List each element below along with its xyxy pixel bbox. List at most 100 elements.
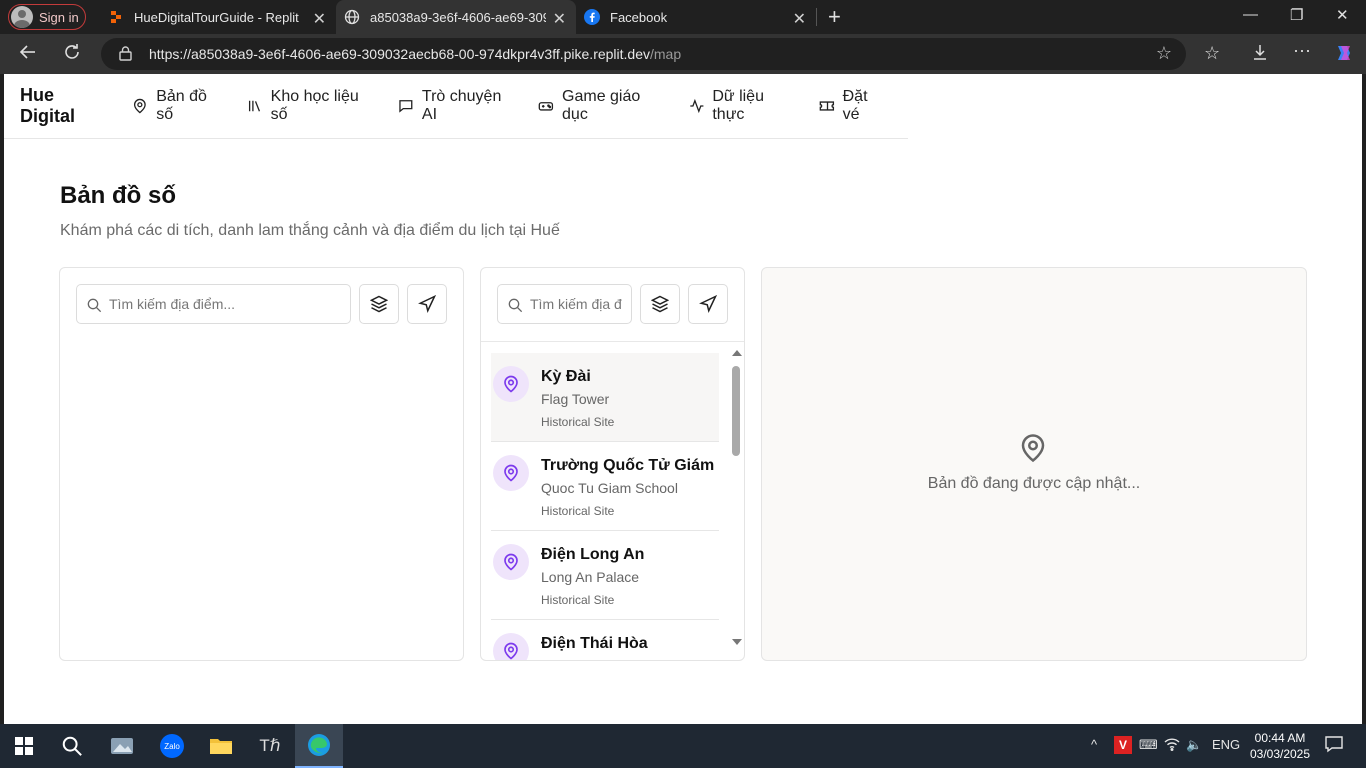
place-english-name: Long An Palace [541,569,640,585]
place-pin-icon [493,455,529,491]
input-method-icon[interactable]: ⌨ [1139,737,1158,753]
list-item[interactable]: Điện Thái Hòa [491,620,719,660]
tab-active-app[interactable]: a85038a9-3e6f-4606-ae69-30903 ✕ [336,0,576,34]
lock-icon [119,46,132,61]
scrollbar-thumb[interactable] [732,366,740,456]
globe-icon [344,9,360,25]
list-item[interactable]: Kỳ Đài Flag Tower Historical Site [491,353,719,442]
favorite-star-icon[interactable]: ☆ [1156,43,1172,64]
tab-title: a85038a9-3e6f-4606-ae69-30903 [370,9,546,25]
back-arrow-icon[interactable] [18,42,38,68]
layers-icon [370,295,388,313]
places-panel: Tìm kiếm địa đ Kỳ Đài Flag Tower Histori… [480,267,745,661]
search-placeholder: Tìm kiếm địa đ [530,296,622,312]
refresh-icon[interactable] [62,42,82,68]
url-field[interactable]: https://a85038a9-3e6f-4606-ae69-309032ae… [101,38,1186,70]
sign-in-label: Sign in [39,9,79,25]
start-windows-icon[interactable] [0,724,48,768]
close-tab-icon[interactable]: ✕ [793,9,806,29]
show-hidden-icons-chevron-icon[interactable]: ^ [1091,737,1097,752]
nav-item-label: Bản đồ số [156,88,207,123]
nav-item-realtime-data[interactable]: Dữ liệu thực [689,88,799,124]
notification-center-icon[interactable] [1325,735,1343,756]
scroll-up-arrow-icon[interactable] [732,350,742,356]
chat-icon [399,100,413,113]
place-english-name: Quoc Tu Giam School [541,480,678,496]
minimize-icon[interactable]: — [1243,6,1258,23]
search-icon [508,298,523,313]
tab-replit[interactable]: HueDigitalTourGuide - Replit ✕ [96,0,336,34]
favorites-icon[interactable]: ☆ [1204,43,1220,64]
copilot-icon[interactable] [1333,42,1355,69]
edge-browser-icon[interactable] [295,724,343,768]
locate-me-button[interactable] [407,284,447,324]
activity-icon [689,98,704,114]
layers-button[interactable] [640,284,680,324]
search-input[interactable]: Tìm kiếm địa điểm... [76,284,351,324]
volume-icon[interactable]: 🔈 [1186,737,1202,753]
facebook-icon [584,9,600,25]
place-category: Historical Site [541,415,615,429]
sign-in-button[interactable]: Sign in [8,4,86,30]
nav-item-games[interactable]: Game giáo dục [538,88,668,124]
address-bar-row: https://a85038a9-3e6f-4606-ae69-309032ae… [0,34,1366,74]
url-main: https://a85038a9-3e6f-4606-ae69-309032ae… [149,46,650,62]
tab-title: Facebook [610,9,668,25]
ticket-icon [819,101,834,111]
search-input[interactable]: Tìm kiếm địa đ [497,284,632,324]
restore-icon[interactable]: ❐ [1290,6,1303,24]
file-explorer-icon[interactable] [197,724,245,768]
place-name: Trường Quốc Tử Giám [541,457,715,474]
close-tab-icon[interactable]: ✕ [313,9,326,29]
nav-item-label: Trò chuyện AI [421,88,502,123]
search-icon[interactable] [48,724,96,768]
places-list: Kỳ Đài Flag Tower Historical Site Trường… [481,341,744,660]
search-placeholder: Tìm kiếm địa điểm... [109,296,236,312]
layers-button[interactable] [359,284,399,324]
downloads-icon[interactable] [1251,43,1269,66]
place-pin-icon [493,366,529,402]
clock[interactable]: 00:44 AM 03/03/2025 [1244,730,1316,762]
wifi-icon[interactable] [1164,737,1180,754]
page-title: Bản đồ số [60,182,177,209]
scroll-down-arrow-icon[interactable] [732,639,742,645]
nav-item-ai-chat[interactable]: Trò chuyện AI [398,88,518,124]
layers-icon [651,295,669,313]
place-category: Historical Site [541,504,615,518]
text-editor-icon[interactable]: Tℏ [246,724,294,768]
close-tab-icon[interactable]: ✕ [553,9,566,29]
nav-item-library[interactable]: Kho học liệu số [247,88,378,124]
new-tab-icon[interactable]: + [828,4,841,30]
place-name: Điện Thái Hòa [541,635,648,652]
library-icon [248,100,261,112]
list-item[interactable]: Trường Quốc Tử Giám Quoc Tu Giam School … [491,442,719,531]
locate-me-button[interactable] [688,284,728,324]
brand-logo-text[interactable]: Hue Digital [20,85,112,127]
clock-time: 00:44 AM [1254,731,1306,745]
nav-item-map[interactable]: Bản đồ số [132,88,226,124]
nav-item-tickets[interactable]: Đặt vé [819,88,888,124]
place-name: Kỳ Đài [541,368,591,385]
navigation-arrow-icon [418,295,436,313]
unikey-tray-icon[interactable]: V [1114,736,1132,754]
zalo-icon[interactable]: Zalo [148,724,196,768]
list-scrollbar[interactable] [728,342,744,660]
page-subtitle: Khám phá các di tích, danh lam thắng cản… [60,222,560,239]
photos-app-icon[interactable] [98,724,146,768]
list-item[interactable]: Điện Long An Long An Palace Historical S… [491,531,719,620]
windows-taskbar: Zalo Tℏ ^ V ⌨ 🔈 ENG 00:44 AM 03/03/2025 [0,724,1366,768]
profile-avatar-icon [11,6,33,28]
nav-item-label: Dữ liệu thực [712,88,764,123]
tab-facebook[interactable]: Facebook ✕ [576,0,816,34]
map-status-text: Bản đồ đang được cập nhật... [927,475,1141,492]
language-indicator[interactable]: ENG [1212,737,1240,752]
tab-title: HueDigitalTourGuide - Replit [134,9,299,25]
close-window-icon[interactable]: ✕ [1336,6,1349,24]
svg-text:Zalo: Zalo [164,742,180,751]
nav-item-label: Đặt vé [842,88,868,123]
place-pin-icon [493,544,529,580]
place-category: Historical Site [541,593,615,607]
more-menu-icon[interactable]: ··· [1293,40,1311,61]
gamepad-icon [538,102,554,111]
map-pin-icon [1018,432,1048,469]
